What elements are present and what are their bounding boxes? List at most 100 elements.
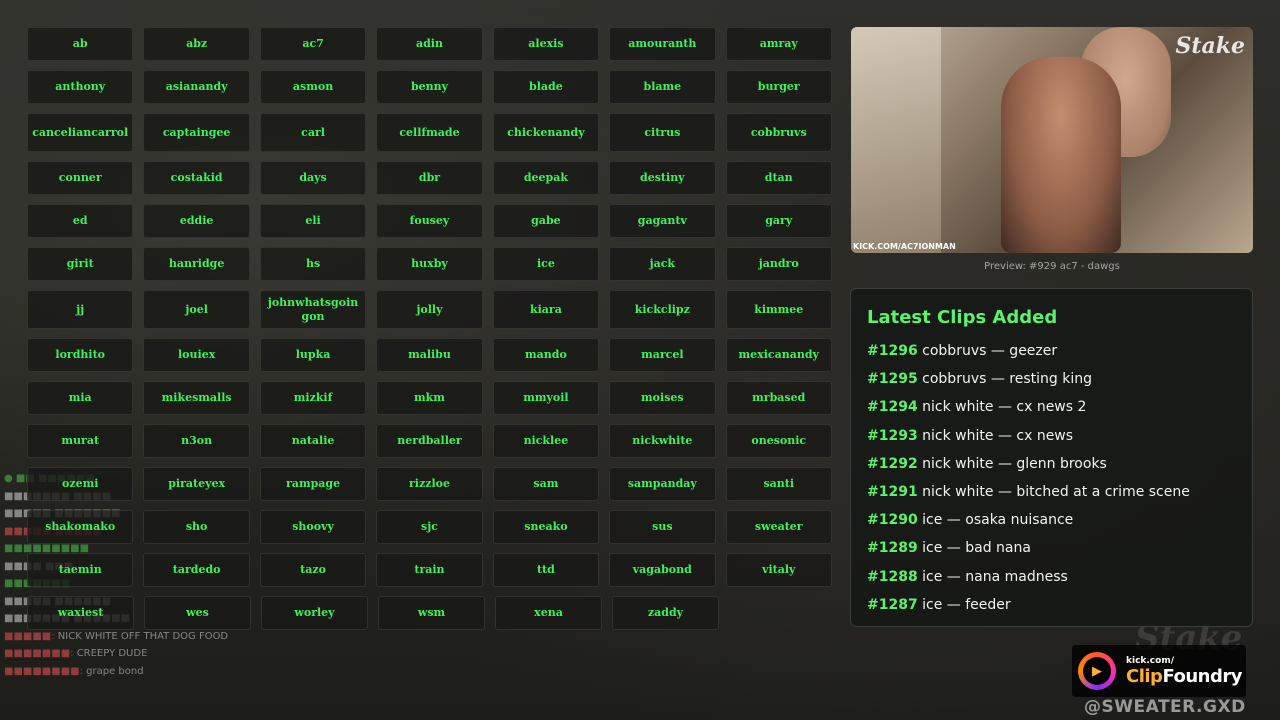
clip-list-item[interactable]: #1290 ice — osaka nuisance: [867, 506, 1236, 534]
clipper-button-sneako[interactable]: sneako: [492, 510, 600, 544]
clipper-button-dbr[interactable]: dbr: [376, 161, 483, 195]
clipper-button-hs[interactable]: hs: [259, 247, 367, 281]
clip-list-item[interactable]: #1294 nick white — cx news 2: [867, 393, 1236, 421]
clipper-button-waxiest[interactable]: waxiest: [27, 596, 134, 630]
clipper-button-girit[interactable]: girit: [27, 247, 134, 281]
clipper-button-gagantv[interactable]: gagantv: [609, 204, 716, 238]
clipper-button-carl[interactable]: carl: [259, 113, 367, 152]
clip-list-item[interactable]: #1288 ice — nana madness: [867, 563, 1236, 591]
clipper-button-nickwhite[interactable]: nickwhite: [609, 424, 716, 458]
clipper-button-gabe[interactable]: gabe: [492, 204, 600, 238]
clipper-button-lupka[interactable]: lupka: [259, 338, 367, 372]
clipper-button-tardedo[interactable]: tardedo: [143, 553, 250, 587]
clipper-button-canceliancarrol[interactable]: canceliancarrol: [27, 113, 134, 152]
clipper-button-mmyoil[interactable]: mmyoil: [492, 381, 600, 415]
clipper-button-kiara[interactable]: kiara: [492, 290, 600, 329]
clipper-button-mrbased[interactable]: mrbased: [725, 381, 832, 415]
clipper-button-cobbruvs[interactable]: cobbruvs: [725, 113, 832, 152]
clipper-button-asmon[interactable]: asmon: [259, 70, 367, 104]
clipper-button-n3on[interactable]: n3on: [143, 424, 250, 458]
clipper-button-ttd[interactable]: ttd: [492, 553, 600, 587]
clipper-button-murat[interactable]: murat: [27, 424, 134, 458]
clip-list-item[interactable]: #1287 ice — feeder: [867, 591, 1236, 619]
clipper-button-kimmee[interactable]: kimmee: [725, 290, 832, 329]
clipper-button-jandro[interactable]: jandro: [725, 247, 832, 281]
clipper-button-gary[interactable]: gary: [725, 204, 832, 238]
clipper-button-captaingee[interactable]: captaingee: [143, 113, 250, 152]
clipper-button-kickclipz[interactable]: kickclipz: [609, 290, 716, 329]
clip-list-item[interactable]: #1293 nick white — cx news: [867, 422, 1236, 450]
clipper-button-hanridge[interactable]: hanridge: [143, 247, 250, 281]
clipper-button-rizzloe[interactable]: rizzloe: [376, 467, 483, 501]
clipper-button-eddie[interactable]: eddie: [143, 204, 250, 238]
clip-list-item[interactable]: #1292 nick white — glenn brooks: [867, 450, 1236, 478]
clipper-button-blame[interactable]: blame: [609, 70, 716, 104]
clipper-button-zaddy[interactable]: zaddy: [612, 596, 719, 630]
clipper-button-ab[interactable]: ab: [27, 27, 134, 61]
clipper-button-abz[interactable]: abz: [143, 27, 250, 61]
clipper-button-pirateyex[interactable]: pirateyex: [143, 467, 250, 501]
clipper-button-nerdballer[interactable]: nerdballer: [376, 424, 483, 458]
clipper-button-benny[interactable]: benny: [376, 70, 483, 104]
clipper-button-train[interactable]: train: [376, 553, 483, 587]
clip-list-item[interactable]: #1289 ice — bad nana: [867, 534, 1236, 562]
clipper-button-asianandy[interactable]: asianandy: [143, 70, 250, 104]
clipper-button-malibu[interactable]: malibu: [376, 338, 483, 372]
clipper-button-ac7[interactable]: ac7: [259, 27, 367, 61]
clipper-button-days[interactable]: days: [259, 161, 367, 195]
clipper-button-wes[interactable]: wes: [144, 596, 251, 630]
clipper-button-anthony[interactable]: anthony: [27, 70, 134, 104]
clipper-button-mkm[interactable]: mkm: [376, 381, 483, 415]
clipper-button-xena[interactable]: xena: [495, 596, 602, 630]
clipper-button-johnwhatsgoingon[interactable]: johnwhatsgoingon: [259, 290, 367, 329]
clipper-button-nicklee[interactable]: nicklee: [492, 424, 600, 458]
clipper-button-moises[interactable]: moises: [609, 381, 716, 415]
clipper-button-jack[interactable]: jack: [609, 247, 716, 281]
clipper-button-onesonic[interactable]: onesonic: [725, 424, 832, 458]
clipper-button-louiex[interactable]: louiex: [143, 338, 250, 372]
clipper-button-eli[interactable]: eli: [259, 204, 367, 238]
clipper-button-taemin[interactable]: taemin: [27, 553, 134, 587]
clipper-button-amouranth[interactable]: amouranth: [609, 27, 716, 61]
clip-list-item[interactable]: #1295 cobbruvs — resting king: [867, 365, 1236, 393]
clipper-button-jj[interactable]: jj: [27, 290, 134, 329]
clipper-button-lordhito[interactable]: lordhito: [27, 338, 134, 372]
clipper-button-joel[interactable]: joel: [143, 290, 250, 329]
clipper-button-vagabond[interactable]: vagabond: [609, 553, 716, 587]
clipper-button-shoovy[interactable]: shoovy: [259, 510, 367, 544]
clipper-button-amray[interactable]: amray: [725, 27, 832, 61]
clipper-button-citrus[interactable]: citrus: [609, 113, 716, 152]
clipper-button-sam[interactable]: sam: [492, 467, 600, 501]
clipper-button-mexicanandy[interactable]: mexicanandy: [725, 338, 832, 372]
clip-list-item[interactable]: #1296 cobbruvs — geezer: [867, 337, 1236, 365]
clipper-button-alexis[interactable]: alexis: [492, 27, 600, 61]
clipper-button-rampage[interactable]: rampage: [259, 467, 367, 501]
clipper-button-costakid[interactable]: costakid: [143, 161, 250, 195]
clipper-button-mikesmalls[interactable]: mikesmalls: [143, 381, 250, 415]
clipper-button-sho[interactable]: sho: [143, 510, 250, 544]
clip-list-item[interactable]: #1291 nick white — bitched at a crime sc…: [867, 478, 1236, 506]
clipper-button-mizkif[interactable]: mizkif: [259, 381, 367, 415]
clipper-button-worley[interactable]: worley: [261, 596, 368, 630]
clipper-button-ed[interactable]: ed: [27, 204, 134, 238]
clipper-button-santi[interactable]: santi: [725, 467, 832, 501]
clipper-button-marcel[interactable]: marcel: [609, 338, 716, 372]
clipper-button-shakomako[interactable]: shakomako: [27, 510, 134, 544]
clipper-button-burger[interactable]: burger: [725, 70, 832, 104]
clipper-button-sus[interactable]: sus: [609, 510, 716, 544]
clipper-button-adin[interactable]: adin: [376, 27, 483, 61]
clipper-button-ozemi[interactable]: ozemi: [27, 467, 134, 501]
clipper-button-sweater[interactable]: sweater: [725, 510, 832, 544]
clipper-button-dtan[interactable]: dtan: [725, 161, 832, 195]
clipper-button-mia[interactable]: mia: [27, 381, 134, 415]
clipper-button-destiny[interactable]: destiny: [609, 161, 716, 195]
clipper-button-sampanday[interactable]: sampanday: [609, 467, 716, 501]
clipper-button-ice[interactable]: ice: [492, 247, 600, 281]
clipper-button-blade[interactable]: blade: [492, 70, 600, 104]
clipper-button-jolly[interactable]: jolly: [376, 290, 483, 329]
clipper-button-vitaly[interactable]: vitaly: [725, 553, 832, 587]
clipper-button-mando[interactable]: mando: [492, 338, 600, 372]
clipper-button-tazo[interactable]: tazo: [259, 553, 367, 587]
clipper-button-fousey[interactable]: fousey: [376, 204, 483, 238]
clipper-button-natalie[interactable]: natalie: [259, 424, 367, 458]
